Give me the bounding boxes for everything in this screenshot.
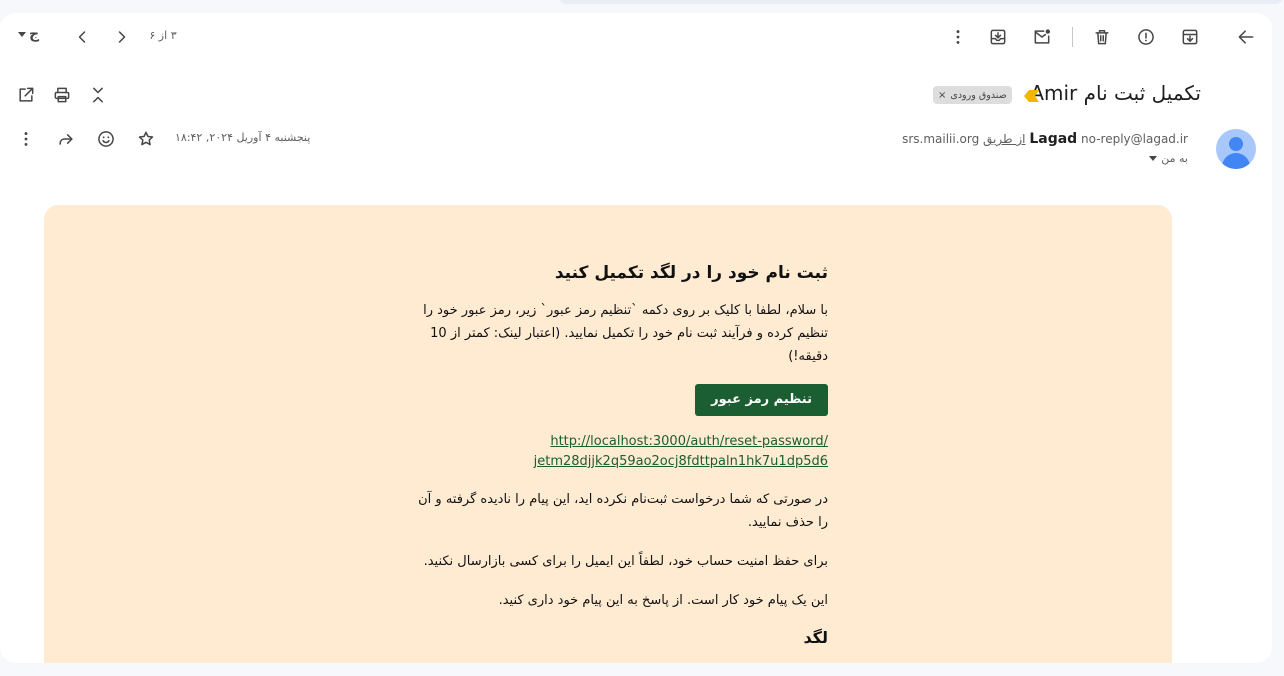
security-paragraph: برای حفظ امنیت حساب خود، لطفاً این ایمیل… [423, 554, 828, 569]
emoji-reaction-icon[interactable] [90, 123, 122, 155]
message-panel: ۳ از ۶ ج تکمیل ثبت نام Amir صندوق ورودی … [0, 13, 1272, 663]
link-line-2: jetm28djjk2q59ao2ocj8fdttpaln1hk7u1dp5d6 [533, 454, 828, 469]
link-line-1: http://localhost:3000/auth/reset-passwor… [550, 434, 828, 449]
open-in-new-window-icon[interactable] [10, 79, 42, 111]
to-me-label: به من [1161, 152, 1188, 165]
delete-icon[interactable] [1086, 21, 1118, 53]
reply-icon[interactable] [50, 123, 82, 155]
more-vert-icon[interactable] [942, 21, 974, 53]
email-heading: ثبت نام خود را در لگد تکمیل کنید [554, 263, 828, 283]
move-to-icon[interactable] [982, 21, 1014, 53]
email-content: ثبت نام خود را در لگد تکمیل کنید با سلام… [406, 263, 828, 647]
sender-email: no-reply@lagad.ir [1081, 132, 1188, 146]
toolbar-divider [1072, 27, 1073, 47]
report-spam-icon[interactable] [1130, 21, 1162, 53]
more-options-icon[interactable] [10, 123, 42, 155]
email-body-card: ثبت نام خود را در لگد تکمیل کنید با سلام… [44, 205, 1172, 663]
back-arrow-icon[interactable] [1230, 21, 1262, 53]
auto-message-paragraph: این یک پیام خود کار است. از پاسخ به این … [498, 593, 828, 608]
print-icon[interactable] [46, 79, 78, 111]
via-link[interactable]: از طریق [983, 132, 1025, 146]
sender-info[interactable]: Lagad no-reply@lagad.ir از طریق srs.mail… [902, 131, 1188, 147]
sender-avatar[interactable] [1216, 129, 1256, 169]
inbox-label-chip[interactable]: صندوق ورودی × [933, 86, 1012, 104]
via-domain: srs.mailii.org [902, 132, 980, 146]
search-bar-edge[interactable] [558, 0, 1284, 4]
dropdown-caret-icon [18, 31, 26, 37]
set-password-button[interactable]: تنظیم رمز عبور [695, 384, 828, 416]
collapse-all-icon[interactable] [82, 79, 114, 111]
input-tools-label: ج [29, 26, 40, 42]
chevron-right-icon[interactable] [106, 21, 138, 53]
email-date: پنجشنبه ۴ آوریل ۲۰۲۴, ۱۸:۴۲ [175, 131, 311, 144]
reset-password-link[interactable]: http://localhost:3000/auth/reset-passwor… [406, 432, 828, 472]
sender-name: Lagad [1029, 131, 1078, 147]
label-text: صندوق ورودی [950, 89, 1007, 101]
recipient-details[interactable]: به من [1149, 152, 1188, 165]
remove-label-icon[interactable]: × [938, 90, 946, 101]
intro-paragraph: با سلام، لطفا با کلیک بر روی دکمه `تنظیم… [423, 303, 828, 364]
star-icon[interactable] [130, 123, 162, 155]
mark-unread-icon[interactable] [1026, 21, 1058, 53]
email-subject: تکمیل ثبت نام Amir [1030, 81, 1201, 105]
input-tools-dropdown[interactable]: ج [18, 26, 39, 42]
details-caret-icon [1149, 156, 1158, 161]
signature: لگد [803, 628, 828, 647]
pager-count: ۳ از ۶ [149, 29, 177, 42]
ignore-paragraph: در صورتی که شما درخواست ثبت‌نام نکرده ای… [418, 492, 828, 530]
archive-icon[interactable] [1174, 21, 1206, 53]
chevron-left-icon[interactable] [66, 21, 98, 53]
